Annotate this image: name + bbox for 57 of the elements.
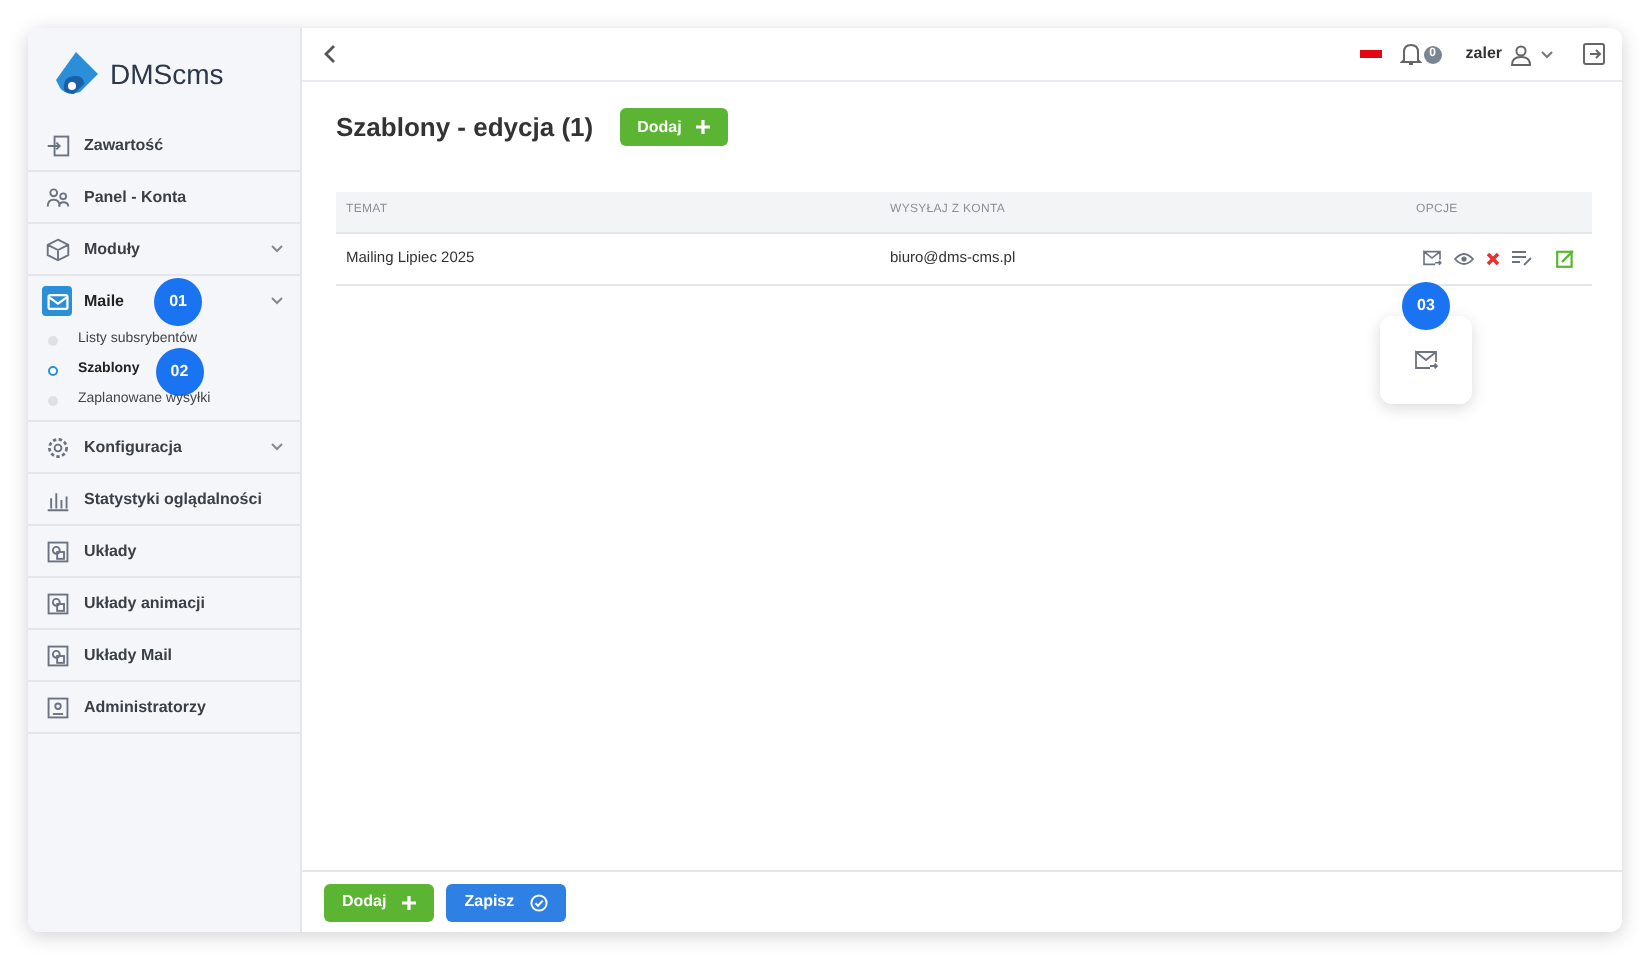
eye-icon[interactable] xyxy=(1454,251,1474,265)
sidebar-label: Układy xyxy=(84,539,137,563)
sidebar-label: Statystyki oglądalności xyxy=(84,487,262,511)
sidebar-item[interactable]: Statystyki oglądalności xyxy=(28,474,300,524)
logo-icon xyxy=(52,50,100,98)
callout-badge: 02 xyxy=(155,347,204,395)
id-card-icon xyxy=(45,695,69,719)
bell-icon[interactable] xyxy=(1399,42,1422,66)
chevron-down-icon[interactable] xyxy=(270,442,284,452)
sidebar-item[interactable]: Układy animacji xyxy=(28,578,300,628)
mail-forward-icon[interactable] xyxy=(1414,350,1438,370)
cube-icon xyxy=(45,237,69,261)
sidebar-item[interactable]: Zawartość xyxy=(28,120,300,170)
login-icon xyxy=(45,133,69,157)
edit-icon[interactable] xyxy=(1556,249,1574,267)
check-circle-icon xyxy=(530,893,549,911)
delete-icon[interactable] xyxy=(1486,251,1500,265)
layout-icon xyxy=(45,539,69,563)
sidebar-item[interactable]: Maile 01 xyxy=(28,276,300,326)
sidebar-item[interactable]: Administratorzy xyxy=(28,682,300,732)
list-edit-icon[interactable] xyxy=(1512,250,1532,266)
layout-icon xyxy=(45,643,69,667)
sidebar-label: Układy animacji xyxy=(84,591,205,615)
plus-icon xyxy=(402,895,417,909)
plus-icon xyxy=(695,120,710,135)
sidebar-label: Moduły xyxy=(84,237,140,261)
mail-icon xyxy=(45,289,69,313)
sidebar-label: Zawartość xyxy=(84,133,164,157)
sidebar-item[interactable]: Konfiguracja xyxy=(28,422,300,472)
callout-badge: 01 xyxy=(154,277,203,325)
layout-icon xyxy=(45,591,69,615)
gear-icon xyxy=(45,435,69,459)
sidebar-label: Administratorzy xyxy=(84,695,206,719)
sidebar-item[interactable]: Panel - Konta xyxy=(28,172,300,222)
logout-icon[interactable] xyxy=(1582,42,1606,66)
chevron-down-icon[interactable] xyxy=(270,296,284,306)
sidebar-label: Konfiguracja xyxy=(84,435,182,459)
mail-forward-icon[interactable] xyxy=(1422,250,1442,266)
sidebar-label: Panel - Konta xyxy=(84,185,187,209)
users-icon xyxy=(45,185,69,209)
bar-chart-icon xyxy=(45,487,69,511)
sidebar-item[interactable]: Układy Mail xyxy=(28,630,300,680)
user-name[interactable]: zaler xyxy=(1465,42,1502,66)
sidebar-label: Maile xyxy=(84,289,125,313)
back-chevron-icon[interactable] xyxy=(322,44,338,64)
page-title: Szablony - edycja (1) xyxy=(336,110,594,146)
logo-text: DMScms xyxy=(110,55,224,93)
user-icon[interactable] xyxy=(1510,43,1532,65)
sidebar-label: Układy Mail xyxy=(84,643,173,667)
bullet-icon xyxy=(48,366,58,376)
chevron-down-icon[interactable] xyxy=(1540,49,1554,59)
save-button[interactable]: Zapisz xyxy=(446,883,567,921)
chevron-down-icon[interactable] xyxy=(270,244,284,254)
sidebar-item[interactable]: Układy xyxy=(28,526,300,576)
sidebar-item[interactable]: Moduły xyxy=(28,224,300,274)
callout-badge: 03 xyxy=(1402,282,1450,330)
flag-icon[interactable] xyxy=(1359,50,1382,58)
